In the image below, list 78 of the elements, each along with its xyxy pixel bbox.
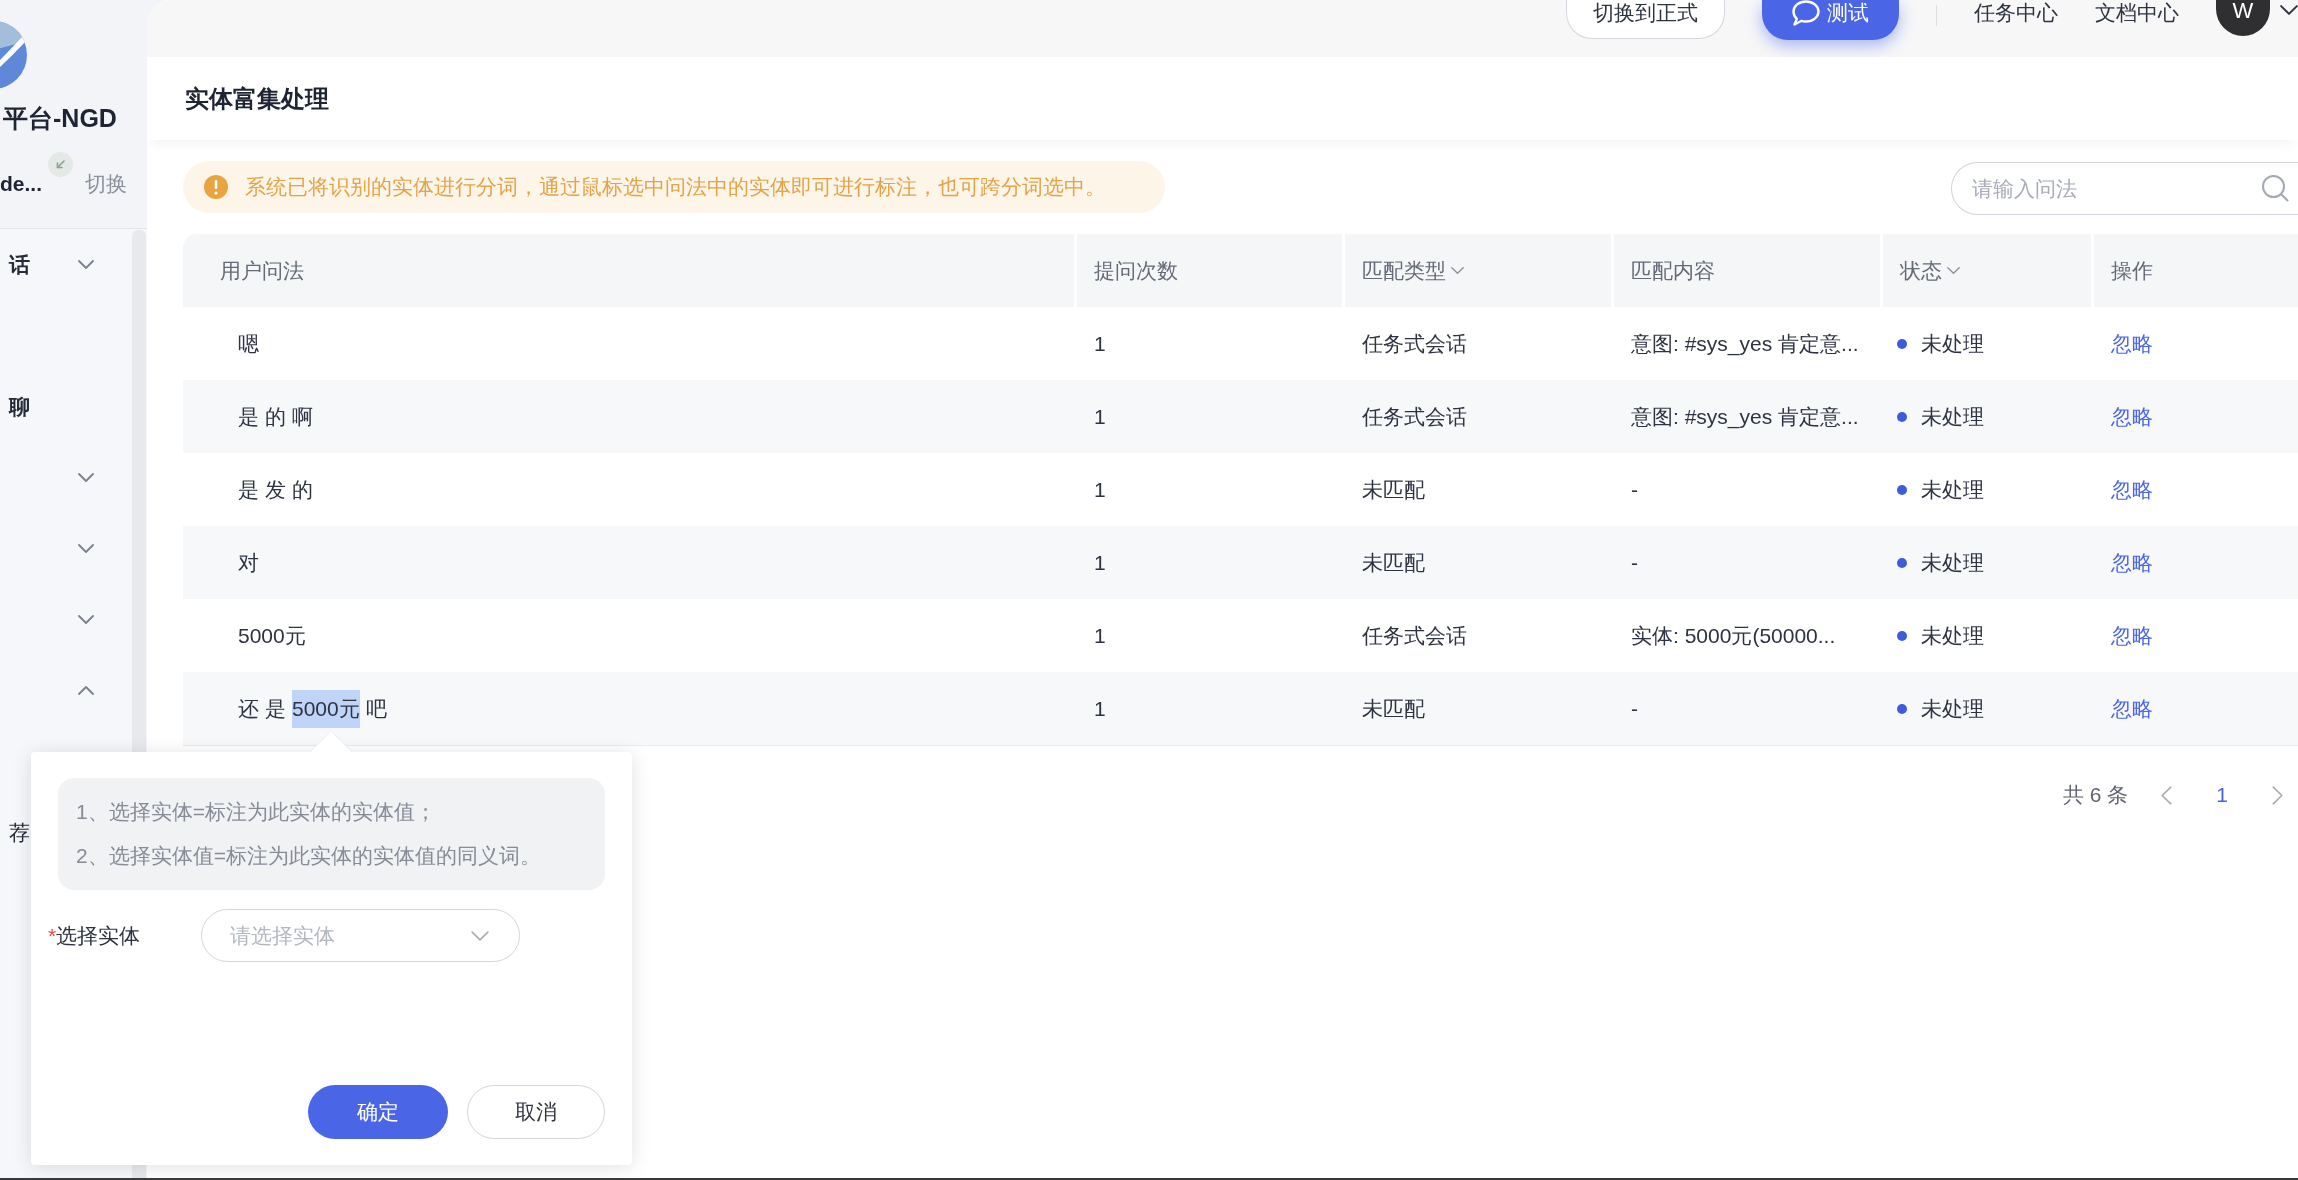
- utterance-word[interactable]: 是: [238, 397, 259, 436]
- table-cell-text: 未匹配: [1362, 549, 1425, 576]
- chat-bubble-icon: [1792, 0, 1820, 26]
- table-cell-text: 1: [1094, 476, 1106, 503]
- status-text: 未处理: [1921, 695, 1984, 722]
- column-header: 操作: [2111, 257, 2153, 284]
- filter-chevron-icon[interactable]: [1451, 267, 1464, 274]
- confirm-button[interactable]: 确定: [308, 1085, 448, 1139]
- utterance-word[interactable]: 是: [265, 689, 286, 728]
- table-cell-text: 任务式会话: [1362, 622, 1467, 649]
- status-text: 未处理: [1921, 549, 1984, 576]
- status-text: 未处理: [1921, 622, 1984, 649]
- utterance-word[interactable]: 5000元: [238, 616, 306, 655]
- column-header[interactable]: 状态: [1900, 256, 1942, 285]
- bot-name: de...: [0, 171, 42, 197]
- table-cell-text: 任务式会话: [1362, 403, 1467, 430]
- field-label: *选择实体: [48, 922, 141, 949]
- chevron-up-icon[interactable]: [78, 686, 94, 695]
- table-cell-text: 实体: 5000元(50000...: [1631, 622, 1836, 649]
- ignore-link[interactable]: 忽略: [2111, 694, 2153, 723]
- search-field[interactable]: 请输入问法: [1951, 162, 2298, 215]
- utterance-word[interactable]: 嗯: [238, 324, 259, 363]
- table-cell-text: 意图: #sys_yes 肯定意...: [1631, 330, 1859, 358]
- table-cell-text: 1: [1094, 403, 1106, 430]
- switch-mode-button[interactable]: 切换到正式: [1566, 0, 1725, 39]
- utterance-word[interactable]: 的: [292, 470, 313, 509]
- nav-link[interactable]: 文档中心: [2095, 0, 2179, 26]
- table-cell-text: 未匹配: [1362, 695, 1425, 722]
- column-header: 用户问法: [220, 257, 304, 284]
- column-header: 匹配内容: [1631, 257, 1715, 284]
- hint-text: 2、选择实体值=标注为此实体的实体值的同义词。: [76, 843, 542, 869]
- ignore-link[interactable]: 忽略: [2111, 621, 2153, 650]
- page-title: 实体富集处理: [185, 83, 329, 114]
- table-cell-text: 意图: #sys_yes 肯定意...: [1631, 403, 1859, 431]
- ignore-link[interactable]: 忽略: [2111, 548, 2153, 577]
- table-cell-text: 任务式会话: [1362, 330, 1467, 357]
- chevron-right-icon[interactable]: [2272, 785, 2283, 805]
- menu-item[interactable]: 荐: [9, 818, 30, 847]
- utterance-word[interactable]: 还: [238, 689, 259, 728]
- table-cell-text: -: [1631, 476, 1638, 503]
- utterance-word[interactable]: 发: [265, 470, 286, 509]
- utterance-word[interactable]: 是: [238, 470, 259, 509]
- user-avatar[interactable]: W: [2216, 0, 2270, 36]
- column-header[interactable]: 匹配类型: [1362, 256, 1446, 285]
- status-text: 未处理: [1921, 330, 1984, 357]
- app-name: 平台-NGD: [2, 103, 118, 134]
- hint-text: 1、选择实体=标注为此实体的实体值；: [76, 799, 437, 825]
- filter-chevron-icon[interactable]: [1947, 267, 1960, 274]
- search-icon[interactable]: [2261, 174, 2289, 202]
- table-cell-text: 1: [1094, 622, 1106, 649]
- page-button[interactable]: 1: [2216, 781, 2228, 809]
- warning-icon: [204, 175, 228, 199]
- status-text: 未处理: [1921, 476, 1984, 503]
- notice-text: 系统已将识别的实体进行分词，通过鼠标选中问法中的实体即可进行标注，也可跨分词选中。: [245, 174, 1106, 200]
- ignore-link[interactable]: 忽略: [2111, 475, 2153, 504]
- chevron-down-icon[interactable]: [2280, 5, 2298, 15]
- table-cell-text: 1: [1094, 330, 1106, 357]
- utterance-word[interactable]: 的: [265, 397, 286, 436]
- chevron-left-icon[interactable]: [2161, 785, 2173, 805]
- ignore-link[interactable]: 忽略: [2111, 329, 2153, 358]
- column-header: 提问次数: [1094, 257, 1178, 284]
- utterance-word[interactable]: 啊: [292, 397, 313, 436]
- table-cell-text: -: [1631, 549, 1638, 576]
- total-count: 共 6 条: [2062, 782, 2129, 808]
- table-cell-text: -: [1631, 695, 1638, 722]
- table-cell-text: 1: [1094, 695, 1106, 722]
- ignore-link[interactable]: 忽略: [2111, 402, 2153, 431]
- menu-item[interactable]: 话: [9, 250, 30, 279]
- test-button[interactable]: 测试: [1762, 0, 1899, 40]
- utterance-word[interactable]: 对: [238, 543, 259, 582]
- nav-link[interactable]: 任务中心: [1974, 0, 2058, 26]
- status-text: 未处理: [1921, 403, 1984, 430]
- menu-item[interactable]: 聊: [9, 392, 30, 421]
- cancel-button[interactable]: 取消: [467, 1085, 605, 1139]
- table-cell-text: 未匹配: [1362, 476, 1425, 503]
- utterance-word[interactable]: 5000元: [292, 689, 360, 728]
- utterance-word[interactable]: 吧: [365, 689, 387, 728]
- table-cell-text: 1: [1094, 549, 1106, 576]
